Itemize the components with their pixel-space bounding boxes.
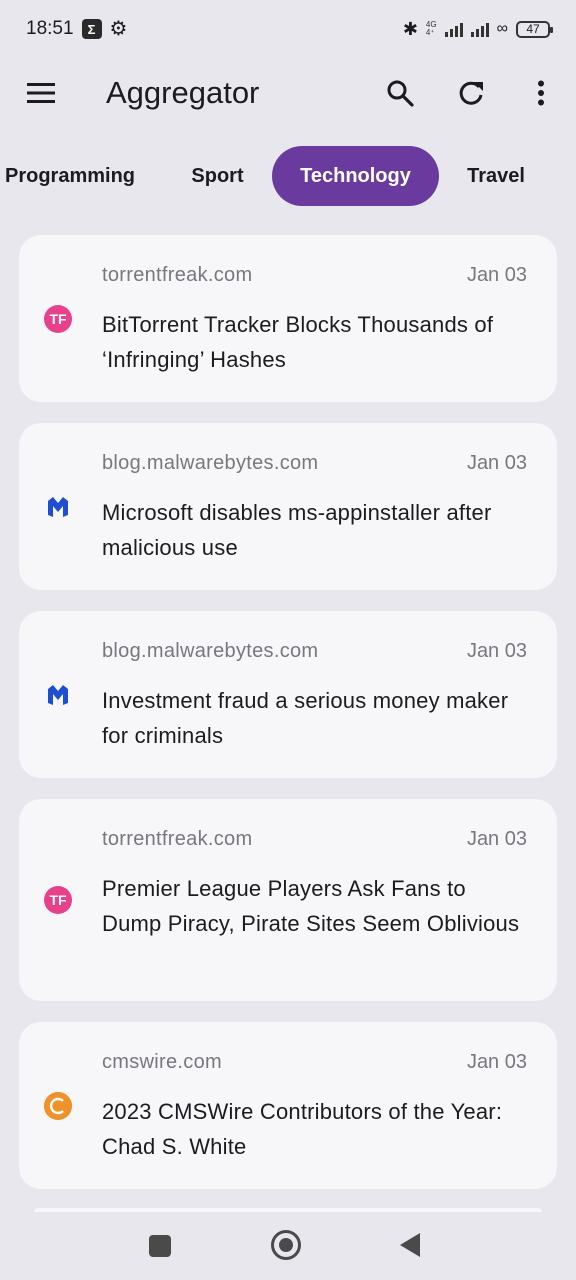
article-title: Microsoft disables ms-appinstaller after… xyxy=(102,500,492,560)
article-date: Jan 03 xyxy=(466,264,527,286)
signal-icon xyxy=(444,21,463,37)
article-source: cmswire.com xyxy=(102,1051,222,1073)
app-title: Aggregator xyxy=(106,75,260,110)
torrentfreak-icon: TF xyxy=(44,886,72,914)
app-bar: Aggregator xyxy=(0,58,576,128)
recents-button[interactable] xyxy=(149,1235,171,1257)
search-icon xyxy=(387,80,414,107)
menu-button[interactable] xyxy=(17,69,65,117)
article-date: Jan 03 xyxy=(466,452,527,474)
article-source: blog.malwarebytes.com xyxy=(102,452,319,474)
bluetooth-icon: ✱ xyxy=(402,18,418,39)
battery-icon: 47 xyxy=(516,20,553,38)
article-card[interactable]: blog.malwarebytes.com Jan 03 Microsoft d… xyxy=(19,423,557,590)
article-title: Investment fraud a serious money maker f… xyxy=(102,688,509,748)
article-source: torrentfreak.com xyxy=(102,828,253,850)
tab-technology[interactable]: Technology xyxy=(272,146,439,206)
category-tabs: Programming Sport Technology Travel xyxy=(0,146,576,206)
home-button[interactable] xyxy=(271,1230,301,1260)
settings-notification-icon: ⚙ xyxy=(109,18,128,40)
tab-travel[interactable]: Travel xyxy=(458,146,534,206)
refresh-button[interactable] xyxy=(447,69,495,117)
article-date: Jan 03 xyxy=(466,640,527,662)
signal-icon-2 xyxy=(470,21,489,37)
article-date: Jan 03 xyxy=(466,1051,527,1073)
refresh-icon xyxy=(459,81,483,105)
article-title: BitTorrent Tracker Blocks Thousands of ‘… xyxy=(102,312,494,372)
next-card-edge xyxy=(34,1208,542,1212)
article-source: blog.malwarebytes.com xyxy=(102,640,319,662)
article-title: 2023 CMSWire Contributors of the Year: C… xyxy=(102,1099,503,1159)
tab-sport[interactable]: Sport xyxy=(180,146,255,206)
more-options-button[interactable] xyxy=(517,69,565,117)
article-date: Jan 03 xyxy=(466,828,527,850)
app-notification-icon: Σ xyxy=(81,19,102,39)
article-card[interactable]: TF torrentfreak.com Jan 03 BitTorrent Tr… xyxy=(19,235,557,402)
tab-programming[interactable]: Programming xyxy=(0,146,140,206)
article-card[interactable]: blog.malwarebytes.com Jan 03 Investment … xyxy=(19,611,557,778)
hamburger-menu-icon xyxy=(27,83,55,103)
cmswire-icon xyxy=(44,1092,72,1120)
status-bar: 18:51 Σ ⚙ ✱ 4G 4⁺ ∞ 47 xyxy=(0,0,576,58)
network-type: 4G 4⁺ xyxy=(425,20,437,37)
status-time: 18:51 xyxy=(26,18,74,39)
back-button[interactable] xyxy=(400,1233,420,1257)
search-button[interactable] xyxy=(376,69,424,117)
more-vert-icon xyxy=(538,80,544,106)
article-card[interactable]: TF torrentfreak.com Jan 03 Premier Leagu… xyxy=(19,799,557,1001)
article-source: torrentfreak.com xyxy=(102,264,253,286)
malwarebytes-icon xyxy=(44,493,72,521)
article-card[interactable]: cmswire.com Jan 03 2023 CMSWire Contribu… xyxy=(19,1022,557,1189)
hotspot-icon: ∞ xyxy=(496,20,508,37)
torrentfreak-icon: TF xyxy=(44,305,72,333)
article-title: Premier League Players Ask Fans to Dump … xyxy=(102,876,520,936)
malwarebytes-icon xyxy=(44,681,72,709)
